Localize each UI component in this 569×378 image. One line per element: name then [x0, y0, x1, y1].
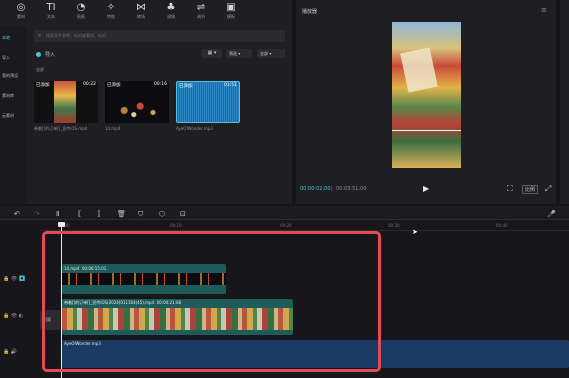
ruler-tick: 00:30 — [388, 223, 400, 228]
time-current: 00:00:02:00 — [300, 186, 331, 192]
microphone-icon[interactable]: 🎤 — [547, 210, 556, 218]
media-item-video-2[interactable]: 已添加 00:16 — [105, 81, 169, 123]
timeline-toolbar — [0, 206, 569, 220]
filter-tool[interactable]: ♣ 滤镜 — [158, 2, 184, 24]
search-input[interactable]: 搜索文件名称、标识或素材、标识 — [46, 33, 106, 39]
sort-dropdown[interactable]: 筛选 ▾ — [226, 49, 252, 58]
properties-panel — [560, 0, 569, 204]
template-icon: ▣ — [226, 2, 236, 13]
player-title: 播放器 — [302, 9, 318, 15]
track-controls[interactable]: 🔒 🔊 — [3, 349, 17, 355]
video-frame-divider — [392, 130, 461, 131]
text-icon: TI — [46, 2, 56, 13]
mask-icon[interactable]: ⬡ — [159, 210, 165, 218]
effects-tool[interactable]: ✧ 特效 — [98, 2, 124, 24]
sidebar-item-library[interactable]: 素材库 — [0, 90, 26, 102]
playhead-handle[interactable] — [58, 222, 65, 227]
undo-icon[interactable]: ↶ — [14, 210, 20, 218]
media-icon: ◎ — [16, 2, 26, 13]
sticker-icon: ◔ — [76, 2, 86, 13]
play-button[interactable]: ▶ — [423, 184, 429, 193]
text-tool[interactable]: TI 文本 — [38, 2, 64, 24]
media-tool[interactable]: ◎ 素材 — [8, 2, 34, 24]
transition-icon: ⋈ — [136, 2, 146, 13]
ruler-tick: 00:10 — [170, 223, 182, 228]
filter-dropdown[interactable]: 全部 ▾ — [257, 49, 285, 58]
track-controls[interactable]: 🔒 👁 ⏺ — [3, 276, 25, 282]
highlight-box — [42, 231, 381, 372]
video-frame-detail — [400, 47, 438, 93]
media-caption: AyeOlWonder.mp3 — [176, 126, 213, 131]
redo-icon[interactable]: ↷ — [34, 210, 40, 218]
effects-icon: ✧ — [106, 2, 116, 13]
delete-icon[interactable]: 🗑 — [117, 210, 126, 218]
sidebar-item-presets[interactable]: 我的预设 — [0, 70, 26, 82]
fit-screen-icon[interactable]: ⛶ — [507, 184, 513, 194]
trim-left-icon[interactable]: ⟦ — [78, 210, 81, 218]
sidebar-item-cloud[interactable]: 云素材 — [0, 110, 26, 122]
media-caption: 14.mp4 — [105, 126, 121, 131]
sticker-tool[interactable]: ◔ 贴纸 — [68, 2, 94, 24]
ruler-tick: 00:20 — [280, 223, 292, 228]
folder-label: 全部 — [36, 67, 44, 72]
time-separator: | — [331, 186, 333, 192]
shield-icon[interactable]: ⛉ — [138, 210, 143, 218]
track-controls[interactable]: 🔒 👁 ◐ — [3, 313, 23, 319]
trim-right-icon[interactable]: ⟧ — [97, 210, 100, 218]
template-tool[interactable]: ▣ 模板 — [218, 2, 244, 24]
media-item-video-1[interactable]: 已添加 00:22 — [34, 81, 98, 123]
search-bar[interactable]: ⌕ 搜索文件名称、标识或素材、标识 — [34, 30, 285, 42]
fullscreen-icon[interactable]: ⤢ — [545, 184, 551, 194]
sidebar-item-import[interactable]: 导入 — [0, 52, 26, 64]
crop-icon[interactable]: ⊡ — [180, 210, 186, 218]
menu-icon[interactable]: ≡ — [541, 6, 547, 14]
media-thumbnail — [54, 81, 76, 123]
sidebar-item-local[interactable]: 本地 — [0, 32, 26, 44]
video-preview — [392, 22, 461, 168]
transition-tool[interactable]: ⋈ 转场 — [128, 2, 154, 24]
media-item-audio[interactable]: 已添加 03:51 — [176, 81, 240, 123]
media-caption: 带着[]的订单[]_宣传iOS.mp4 — [34, 126, 88, 131]
adjust-tool[interactable]: ⇌ 调节 — [188, 2, 214, 24]
view-toggle-button[interactable]: ▦ ▾ — [202, 49, 222, 58]
time-total: 00:03:51:00 — [336, 186, 367, 192]
cursor-icon: ➤ — [412, 228, 418, 236]
search-icon: ⌕ — [38, 32, 42, 39]
split-icon[interactable]: Ⅱ — [56, 210, 59, 218]
ruler-tick: 00:40 — [496, 223, 508, 228]
ratio-button[interactable]: 比例 — [522, 185, 539, 194]
import-dot-icon — [36, 52, 41, 57]
filter-icon: ♣ — [166, 2, 176, 13]
adjust-icon: ⇌ — [196, 2, 206, 13]
